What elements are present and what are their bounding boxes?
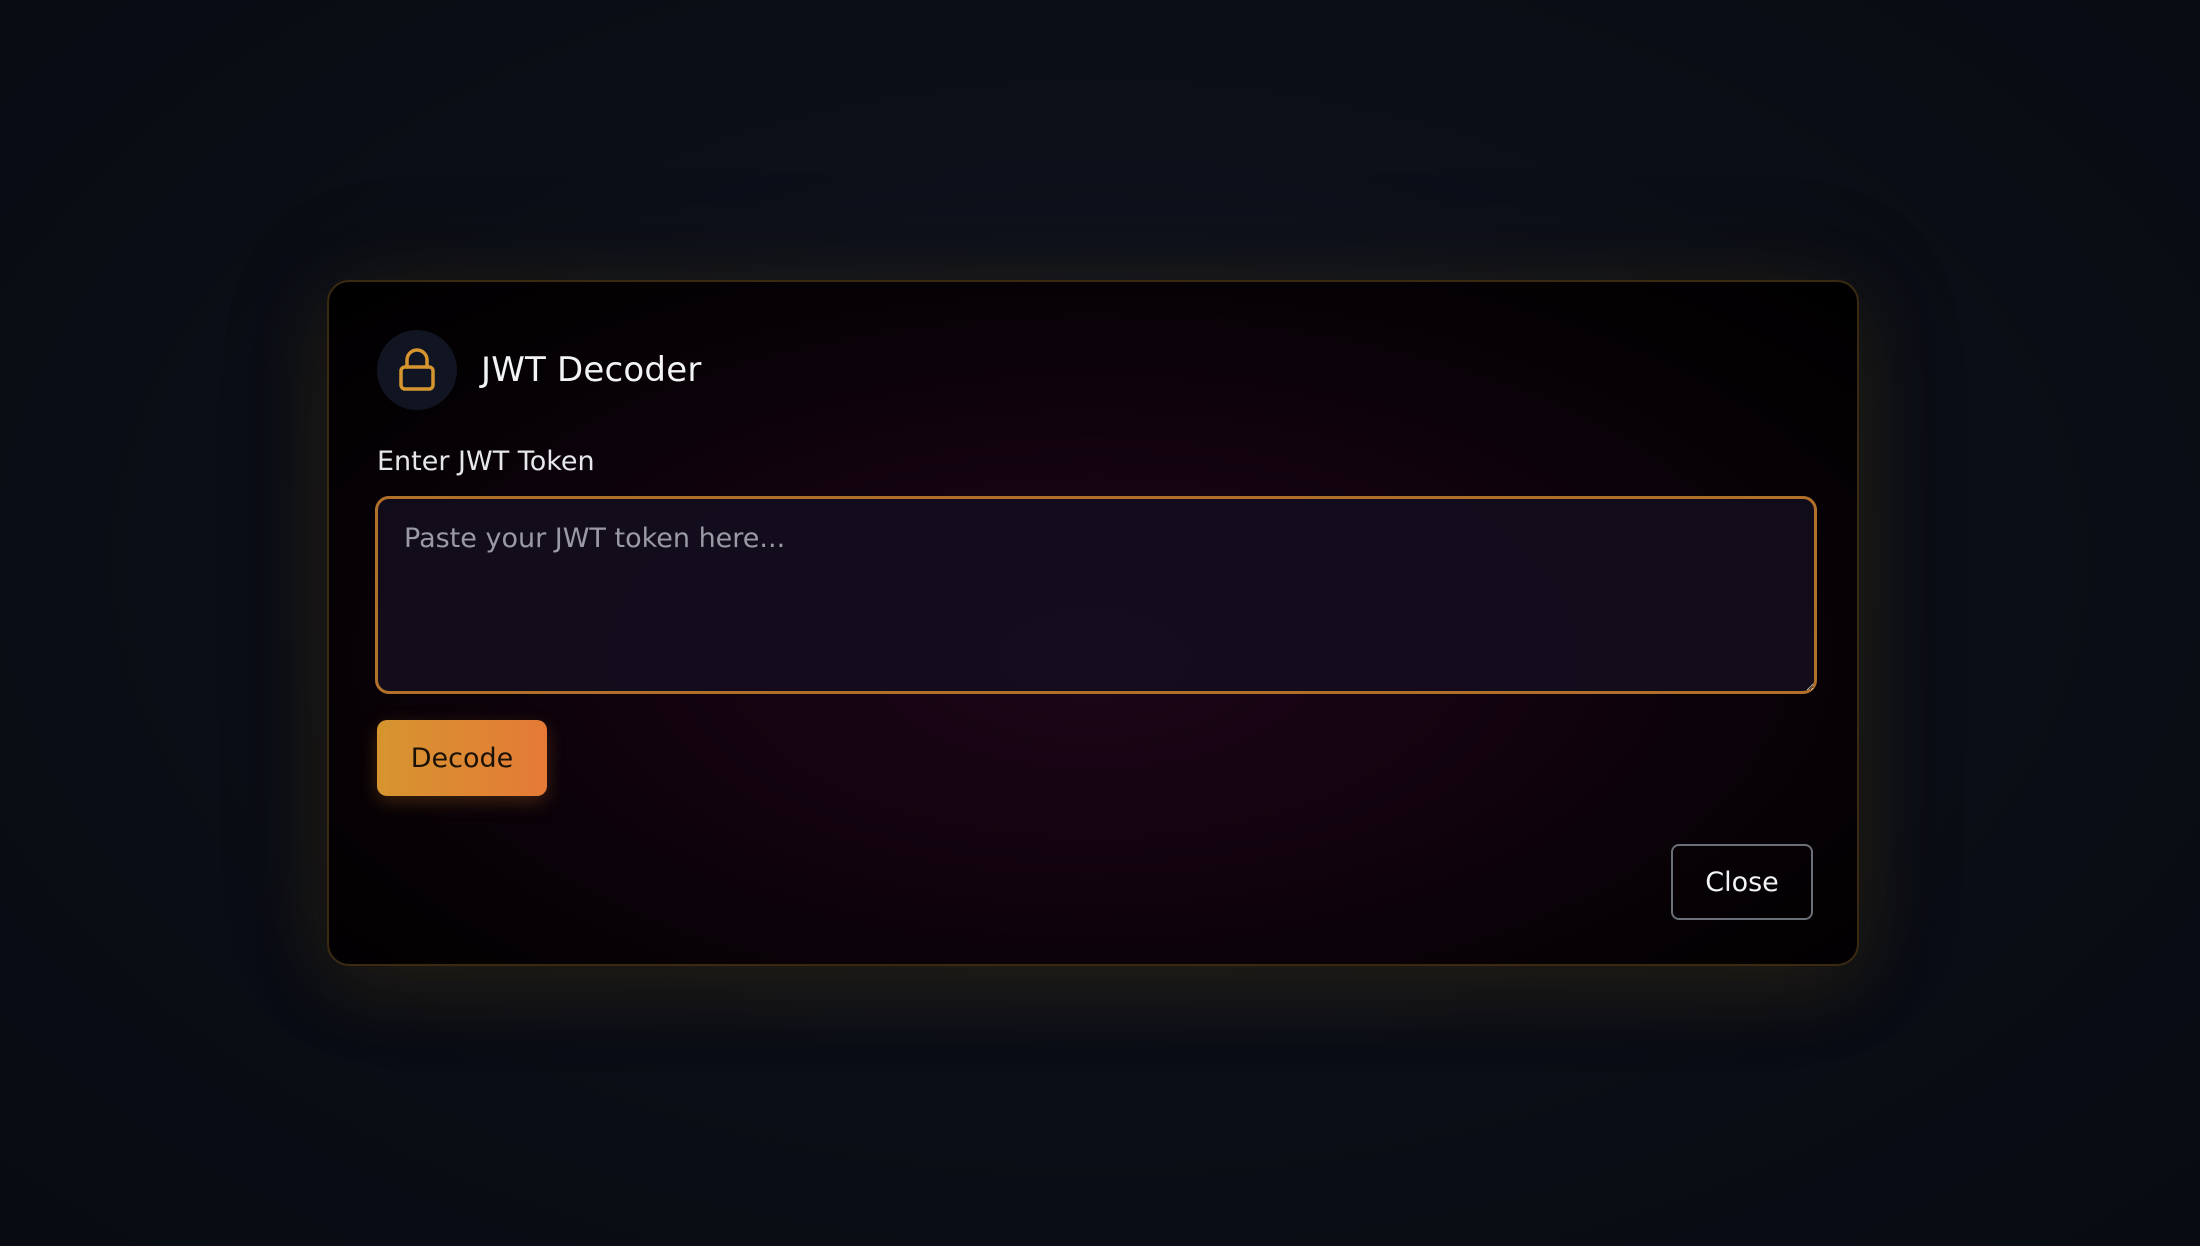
dialog-header: JWT Decoder	[377, 330, 702, 410]
jwt-token-input[interactable]	[375, 496, 1817, 694]
close-button[interactable]: Close	[1671, 844, 1813, 920]
decode-button[interactable]: Decode	[377, 720, 547, 796]
token-field-label: Enter JWT Token	[377, 446, 595, 477]
jwt-decoder-dialog: JWT Decoder Enter JWT Token Decode Close	[327, 280, 1859, 966]
lock-icon	[377, 330, 457, 410]
dialog-title: JWT Decoder	[481, 350, 702, 390]
